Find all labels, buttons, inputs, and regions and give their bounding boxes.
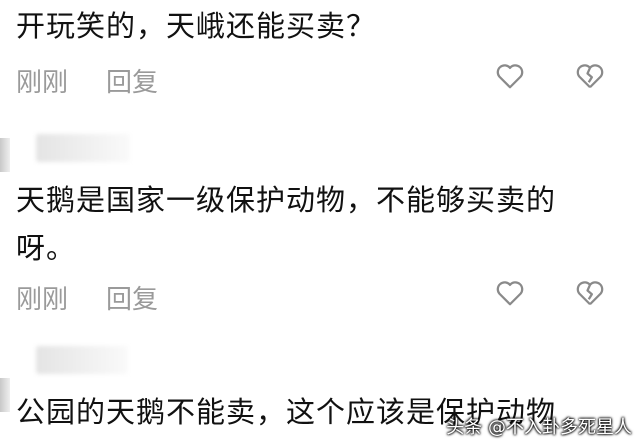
heart-outline-icon[interactable] [495, 279, 525, 307]
broken-heart-icon[interactable] [575, 62, 605, 90]
avatar[interactable] [0, 378, 10, 412]
comment-time: 刚刚 [16, 68, 69, 98]
commenter-name[interactable] [36, 134, 130, 162]
comment-text: 开玩笑的，天峨还能买卖？ [16, 9, 377, 43]
heart-outline-icon[interactable] [495, 62, 525, 90]
commenter-name[interactable] [36, 346, 128, 374]
avatar[interactable] [0, 138, 10, 172]
reply-button[interactable]: 回复 [106, 279, 158, 316]
broken-heart-icon[interactable] [575, 279, 605, 307]
comment-time: 刚刚 [16, 285, 69, 315]
watermark: 头条 @不入卦多死星人 [446, 417, 632, 438]
reply-button[interactable]: 回复 [106, 62, 158, 99]
comment-text: 天鹅是国家一级保护动物，不能够买卖的呀。 [16, 183, 557, 265]
